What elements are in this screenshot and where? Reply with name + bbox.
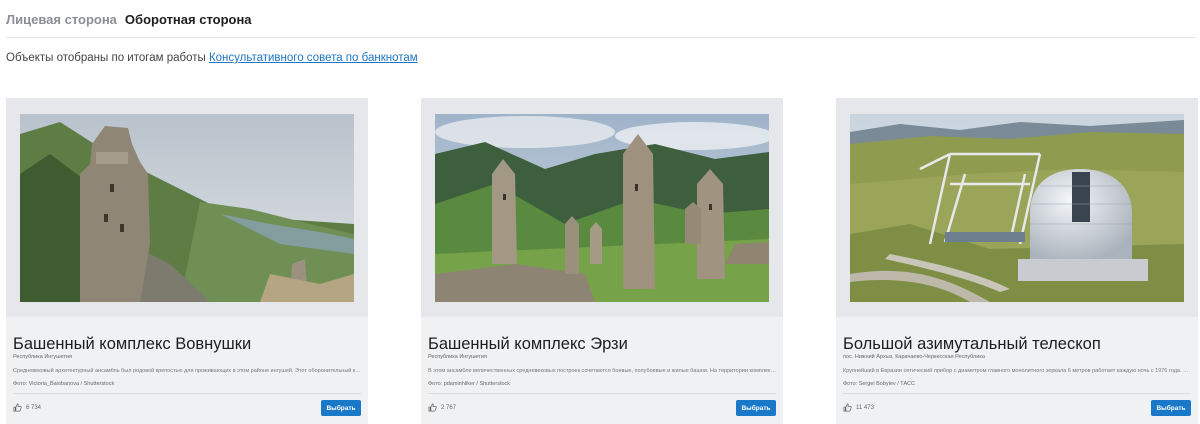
card-divider <box>13 393 361 394</box>
card-likes[interactable]: 6 734 <box>13 403 41 412</box>
card-title: Большой азимутальный телескоп <box>843 335 1101 353</box>
tab-front-side[interactable]: Лицевая сторона <box>6 12 117 27</box>
card-region: Республика Ингушетия <box>13 354 72 360</box>
intro-label: Объекты отобраны по итогам работы <box>6 52 209 64</box>
card-photo-frame <box>421 98 783 317</box>
card-divider <box>843 393 1191 394</box>
choose-button[interactable]: Выбрать <box>736 400 776 416</box>
card-photo <box>20 114 354 302</box>
tabs-divider <box>6 37 1196 38</box>
side-tabs: Лицевая сторона Оборотная сторона <box>6 12 252 27</box>
object-cards: Башенный комплекс Вовнушки Республика Ин… <box>6 98 1198 424</box>
card-region: пос. Нижний Архыз, Карачаево-Черкесская … <box>843 354 985 360</box>
card-photo <box>435 114 769 302</box>
card-photo-frame <box>836 98 1198 317</box>
intro-text: Объекты отобраны по итогам работы Консул… <box>6 52 418 64</box>
card-description: Крупнейший в Евразии оптический прибор с… <box>843 368 1191 374</box>
card-likes[interactable]: 11 473 <box>843 403 874 412</box>
card-description: Средневековый архитектурный ансамбль был… <box>13 368 361 374</box>
tab-back-side[interactable]: Оборотная сторона <box>125 12 252 27</box>
card-vovnushki: Башенный комплекс Вовнушки Республика Ин… <box>6 98 368 424</box>
card-photo-credit: Фото: pdaminhliker / Shutterstock <box>428 381 511 387</box>
card-divider <box>428 393 776 394</box>
card-region: Республика Ингушетия <box>428 354 487 360</box>
card-title: Башенный комплекс Эрзи <box>428 335 628 353</box>
thumbs-up-icon <box>13 403 22 412</box>
card-photo <box>850 114 1184 302</box>
card-likes-count: 11 473 <box>856 404 874 411</box>
card-title: Башенный комплекс Вовнушки <box>13 335 252 353</box>
card-likes-count: 2 767 <box>441 404 457 411</box>
thumbs-up-icon <box>843 403 852 412</box>
choose-button[interactable]: Выбрать <box>321 400 361 416</box>
card-photo-credit: Фото: Victoria_Baiobanova / Shutterstock <box>13 381 115 387</box>
advisory-council-link[interactable]: Консультативного совета по банкнотам <box>209 52 418 64</box>
card-photo-frame <box>6 98 368 317</box>
card-description: В этом ансамбле величественных средневек… <box>428 368 776 374</box>
choose-button[interactable]: Выбрать <box>1151 400 1191 416</box>
card-telescope: Большой азимутальный телескоп пос. Нижни… <box>836 98 1198 424</box>
card-photo-credit: Фото: Sergei Bobylev / ТАСС <box>843 381 915 387</box>
card-erzi: Башенный комплекс Эрзи Республика Ингуше… <box>421 98 783 424</box>
card-likes-count: 6 734 <box>26 404 42 411</box>
card-likes[interactable]: 2 767 <box>428 403 456 412</box>
thumbs-up-icon <box>428 403 437 412</box>
